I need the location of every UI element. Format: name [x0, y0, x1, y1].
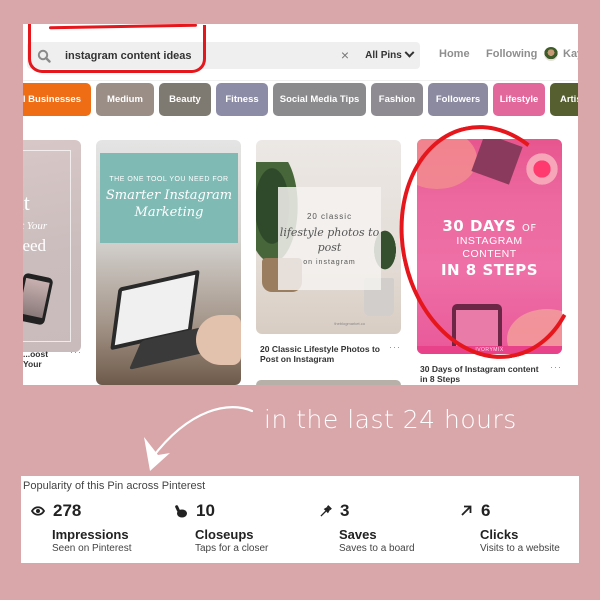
saves-desc: Saves to a board: [339, 543, 415, 554]
closeups-desc: Taps for a closer: [195, 543, 269, 554]
pin-image-text: t Your: [23, 220, 48, 232]
pin-title[interactable]: 20 Classic Lifestyle Photos to Post on I…: [260, 344, 380, 364]
closeups-value: 10: [196, 501, 215, 520]
closeups-label: Closeups: [195, 527, 254, 542]
category-pill[interactable]: Followers: [428, 83, 488, 116]
nav-following-link[interactable]: Following: [486, 48, 537, 60]
annotation-text: in the last 24 hours: [264, 405, 517, 434]
pin-credit: theblogmarket.co: [334, 321, 365, 326]
pin-card-lifestyle-photos[interactable]: 20 classic lifestyle photos to post on i…: [256, 140, 401, 334]
category-pill[interactable]: Artists: [550, 83, 578, 116]
clicks-desc: Visits to a website: [480, 543, 560, 554]
pin-popularity-panel: Popularity of this Pin across Pinterest …: [21, 476, 579, 563]
category-pill[interactable]: All Businesses: [23, 83, 91, 116]
pin-title[interactable]: ...oost Your: [23, 349, 63, 369]
category-pill[interactable]: Social Media Tips: [273, 83, 366, 116]
eye-icon: [31, 504, 45, 518]
pin-title[interactable]: 30 Days of Instagram content in 8 Steps: [420, 364, 545, 384]
search-highlight-annotation: [28, 24, 206, 73]
pin-image-text: lifestyle photos to post: [279, 225, 380, 254]
hand-tap-icon: [174, 504, 188, 518]
more-options-icon[interactable]: ···: [70, 347, 82, 357]
impressions-value: 278: [53, 501, 82, 520]
hand-image: [196, 315, 241, 365]
popularity-title: Popularity of this Pin across Pinterest: [23, 480, 206, 492]
pin-icon: [318, 504, 332, 518]
pin-card-boost-feed[interactable]: ent t Your Feed: [23, 140, 81, 352]
pin-image-text: on instagram: [303, 258, 356, 266]
clear-search-button[interactable]: ×: [336, 46, 354, 65]
saves-label: Saves: [339, 527, 377, 542]
pin-filter-dropdown[interactable]: All Pins: [358, 42, 420, 69]
category-pill[interactable]: Beauty: [159, 83, 211, 116]
pin-card-smarter-instagram[interactable]: THE ONE TOOL YOU NEED FOR Smarter Instag…: [96, 140, 241, 385]
header-divider: [23, 80, 578, 81]
arrow-up-right-icon: [459, 504, 473, 518]
pin-banner: THE ONE TOOL YOU NEED FOR Smarter Instag…: [100, 153, 238, 243]
curved-arrow-icon: [144, 405, 254, 471]
stat-closeups: 10 Closeups Taps for a closer: [174, 501, 268, 554]
pin-image-text: Feed: [23, 236, 47, 255]
more-options-icon[interactable]: ···: [389, 342, 401, 352]
pinterest-search-screenshot: instagram content ideas × All Pins Home …: [23, 24, 578, 385]
pin-image-text: 20 classic: [306, 211, 353, 221]
chevron-down-icon: [404, 47, 415, 58]
user-profile-link[interactable]: Kay: [563, 48, 578, 60]
impressions-label: Impressions: [52, 527, 129, 542]
impressions-desc: Seen on Pinterest: [52, 543, 132, 554]
saves-value: 3: [340, 501, 350, 520]
more-options-icon[interactable]: ···: [550, 362, 562, 372]
pin-image-text: THE ONE TOOL YOU NEED FOR: [109, 175, 229, 183]
stat-impressions: 278 Impressions Seen on Pinterest: [31, 501, 132, 554]
nav-home-link[interactable]: Home: [439, 48, 470, 60]
pin-image-text: ent: [23, 190, 30, 215]
pin-card-next[interactable]: [256, 380, 401, 385]
category-pill[interactable]: Fashion: [371, 83, 423, 116]
category-pill[interactable]: Medium: [96, 83, 154, 116]
stat-saves: 3 Saves Saves to a board: [318, 501, 415, 554]
pin-filter-label: All Pins: [365, 50, 402, 61]
pin-image-text: Smarter Instagram Marketing: [105, 187, 233, 220]
category-pill[interactable]: Lifestyle: [493, 83, 545, 116]
stat-clicks: 6 Clicks Visits to a website: [459, 501, 560, 554]
category-pills: All BusinessesMediumBeautyFitnessSocial …: [23, 83, 578, 116]
avatar[interactable]: [544, 47, 558, 61]
category-pill[interactable]: Fitness: [216, 83, 268, 116]
clicks-value: 6: [481, 501, 491, 520]
clicks-label: Clicks: [480, 527, 519, 542]
pin-text-card: 20 classic lifestyle photos to post on i…: [278, 187, 381, 290]
